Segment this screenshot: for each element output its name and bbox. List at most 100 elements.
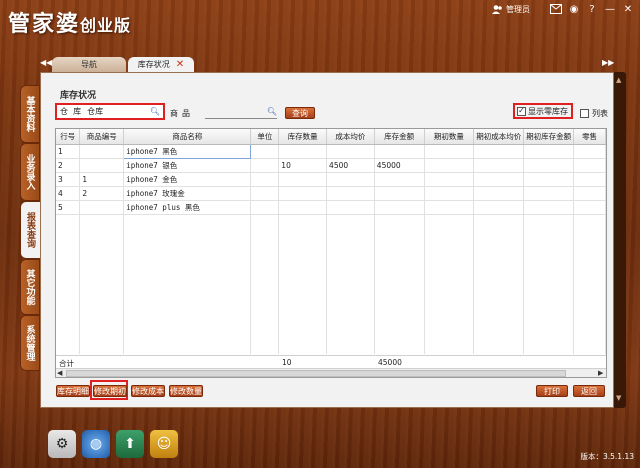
table-cell[interactable]: 4 [56, 186, 81, 201]
sidebar-item-basic-data[interactable]: 基本资料 [20, 85, 40, 143]
table-cell[interactable] [326, 144, 375, 159]
table-cell[interactable] [278, 186, 328, 201]
sidebar-item-business-entry[interactable]: 业务录入 [20, 143, 40, 201]
table-cell[interactable] [424, 186, 475, 201]
minimize-icon[interactable]: — [604, 3, 616, 15]
settings-dock-icon[interactable]: ⚙ [48, 430, 76, 458]
table-cell[interactable] [424, 200, 475, 215]
user-menu[interactable]: 管理员 [491, 3, 530, 15]
table-cell[interactable] [278, 144, 328, 159]
user-dock-icon[interactable]: ☺ [150, 430, 178, 458]
table-cell[interactable]: 10 [278, 158, 328, 173]
print-button[interactable]: 打印 [536, 385, 568, 397]
table-cell[interactable] [523, 200, 575, 215]
table-cell[interactable] [250, 144, 280, 159]
upload-dock-icon[interactable]: ⬆ [116, 430, 144, 458]
table-cell[interactable] [424, 172, 475, 187]
table-cell[interactable] [573, 172, 606, 187]
sidebar-item-system-management[interactable]: 系统管理 [20, 315, 40, 371]
table-cell[interactable]: 1 [56, 144, 81, 159]
table-row[interactable]: 1 iphone7 黑色 [56, 143, 606, 159]
checkbox-checked-icon[interactable]: ✓ [517, 106, 526, 116]
table-cell[interactable] [79, 158, 125, 173]
table-cell[interactable] [374, 200, 425, 215]
table-cell[interactable] [424, 144, 475, 159]
tab-scroll-right-icon[interactable]: ▶▶ [602, 58, 614, 67]
table-cell[interactable]: iphone7 玫瑰金 [123, 186, 252, 201]
table-cell[interactable] [573, 200, 606, 215]
table-cell[interactable] [79, 144, 125, 159]
help-icon[interactable]: ? [586, 3, 598, 15]
table-cell[interactable] [250, 158, 280, 173]
column-header[interactable]: 单位 [250, 129, 280, 145]
rail-down-icon[interactable]: ▼ [616, 394, 621, 402]
table-cell[interactable] [473, 172, 525, 187]
scrollbar-thumb[interactable] [66, 370, 566, 377]
mail-icon[interactable] [550, 3, 562, 15]
column-header[interactable]: 期初数量 [424, 129, 475, 145]
scroll-left-icon[interactable]: ◀ [57, 369, 62, 377]
table-cell[interactable] [473, 186, 525, 201]
checkbox-unchecked-icon[interactable] [580, 109, 589, 118]
table-cell[interactable]: iphone7 plus 黑色 [123, 200, 252, 215]
horizontal-scrollbar[interactable]: ◀ ▶ [56, 368, 606, 377]
search-icon[interactable]: 🔍︎ [150, 107, 160, 116]
column-header[interactable]: 零售 [573, 129, 606, 145]
table-row[interactable]: 3 1 iphone7 金色 [56, 172, 606, 187]
table-cell[interactable]: 3 [56, 172, 81, 187]
table-cell[interactable]: 2 [56, 158, 81, 173]
table-cell[interactable] [523, 144, 575, 159]
table-cell[interactable]: iphone7 银色 [123, 158, 252, 173]
table-cell[interactable] [374, 144, 425, 159]
query-button[interactable]: 查询 [285, 107, 315, 119]
table-cell[interactable] [326, 186, 375, 201]
table-cell[interactable] [523, 158, 575, 173]
edit-cost-button[interactable]: 修改成本 [131, 385, 165, 397]
table-cell[interactable] [374, 172, 425, 187]
edit-quantity-button[interactable]: 修改数量 [169, 385, 203, 397]
column-header[interactable]: 库存数量 [278, 129, 328, 145]
warehouse-field[interactable]: 仓 库 仓库 🔍︎ [55, 103, 165, 120]
table-cell[interactable] [79, 200, 125, 215]
column-header[interactable]: 库存金额 [374, 129, 425, 145]
table-row[interactable]: 2 iphone7 银色 10 4500 45000 [56, 158, 606, 173]
table-row[interactable]: 4 2 iphone7 玫瑰金 [56, 186, 606, 201]
column-header[interactable]: 成本均价 [326, 129, 375, 145]
column-header[interactable]: 行号 [56, 129, 81, 145]
table-cell[interactable]: iphone7 金色 [123, 172, 252, 187]
table-cell[interactable] [573, 186, 606, 201]
table-cell[interactable] [573, 144, 606, 159]
table-cell[interactable] [278, 200, 328, 215]
table-row[interactable]: 5 iphone7 plus 黑色 [56, 200, 606, 215]
column-header[interactable]: 商品名称 [123, 129, 252, 145]
scroll-right-icon[interactable]: ▶ [598, 369, 603, 377]
table-cell[interactable] [424, 158, 475, 173]
search-icon[interactable]: 🔍︎ [267, 107, 277, 118]
table-cell[interactable]: 4500 [326, 158, 375, 173]
sidebar-item-report-query[interactable]: 报表查询 [20, 201, 40, 259]
table-cell[interactable] [326, 172, 375, 187]
edit-opening-button[interactable]: 修改期初 [93, 385, 127, 397]
table-cell[interactable]: 1 [79, 172, 125, 187]
stock-detail-button[interactable]: 库存明细 [56, 385, 90, 397]
weibo-icon[interactable]: ◉ [568, 3, 580, 15]
table-cell[interactable] [523, 172, 575, 187]
product-field[interactable]: 🔍︎ [205, 107, 277, 119]
close-icon[interactable]: ✕ [622, 3, 634, 15]
globe-dock-icon[interactable]: ◍ [82, 430, 110, 458]
table-cell[interactable] [326, 200, 375, 215]
table-cell[interactable] [473, 200, 525, 215]
sidebar-item-other-functions[interactable]: 其它功能 [20, 259, 40, 315]
table-cell[interactable] [250, 200, 280, 215]
table-cell[interactable] [250, 172, 280, 187]
table-cell[interactable] [473, 144, 525, 159]
table-cell[interactable]: 5 [56, 200, 81, 215]
table-cell[interactable]: iphone7 黑色 [123, 143, 252, 159]
table-cell[interactable] [573, 158, 606, 173]
show-zero-stock-checkbox[interactable]: ✓ 显示零库存 [513, 103, 573, 119]
table-cell[interactable] [250, 186, 280, 201]
table-cell[interactable]: 2 [79, 186, 125, 201]
table-cell[interactable] [473, 158, 525, 173]
back-button[interactable]: 返回 [573, 385, 605, 397]
table-cell[interactable] [374, 186, 425, 201]
